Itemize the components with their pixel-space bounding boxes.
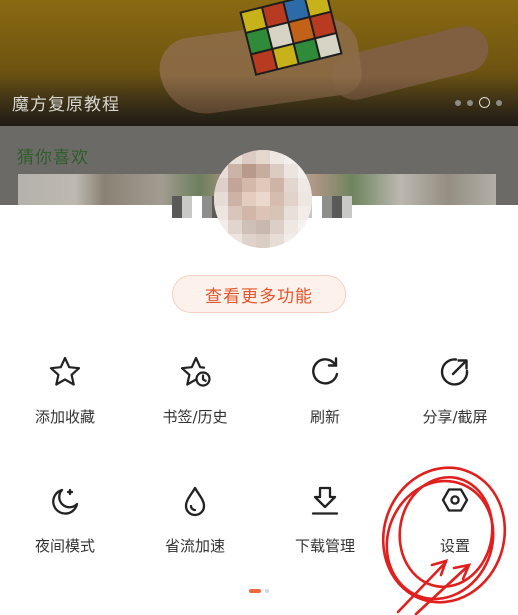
page-indicator	[249, 589, 269, 593]
refresh-label: 刷新	[309, 408, 340, 426]
download-manager-button[interactable]: 下载管理	[260, 484, 390, 556]
share-screenshot-label: 分享/截屏	[422, 408, 488, 426]
refresh-icon	[312, 357, 339, 385]
data-saver-label: 省流加速	[164, 537, 225, 555]
settings-button[interactable]: 设置	[390, 484, 518, 556]
settings-icon	[441, 488, 469, 512]
night-mode-button[interactable]: 夜间模式	[0, 484, 130, 556]
user-avatar-area[interactable]	[172, 148, 352, 258]
banner-title: 魔方复原教程	[12, 95, 120, 115]
share-screenshot-button[interactable]: 分享/截屏	[390, 355, 518, 427]
avatar[interactable]	[214, 150, 312, 248]
night-mode-label: 夜间模式	[34, 537, 95, 555]
bookmarks-history-button[interactable]: 书签/历史	[130, 355, 260, 427]
data-saver-button[interactable]: 省流加速	[130, 484, 260, 556]
water-drop-icon	[184, 486, 206, 517]
more-features-button[interactable]: 查看更多功能	[172, 275, 346, 313]
banner-image[interactable]: 魔方复原教程	[0, 0, 518, 126]
refresh-button[interactable]: 刷新	[260, 355, 390, 427]
download-icon	[311, 486, 339, 515]
share-icon	[440, 358, 469, 386]
section-title: 猜你喜欢	[17, 148, 89, 168]
bookmarks-history-label: 书签/历史	[162, 408, 228, 426]
add-favorite-button[interactable]: 添加收藏	[0, 355, 130, 427]
download-manager-label: 下载管理	[294, 537, 355, 555]
star-clock-icon	[180, 356, 211, 387]
settings-label: 设置	[439, 537, 470, 555]
add-favorite-label: 添加收藏	[34, 408, 95, 426]
banner-carousel-dots	[455, 97, 502, 108]
star-icon	[49, 356, 81, 386]
moon-icon	[52, 488, 79, 515]
